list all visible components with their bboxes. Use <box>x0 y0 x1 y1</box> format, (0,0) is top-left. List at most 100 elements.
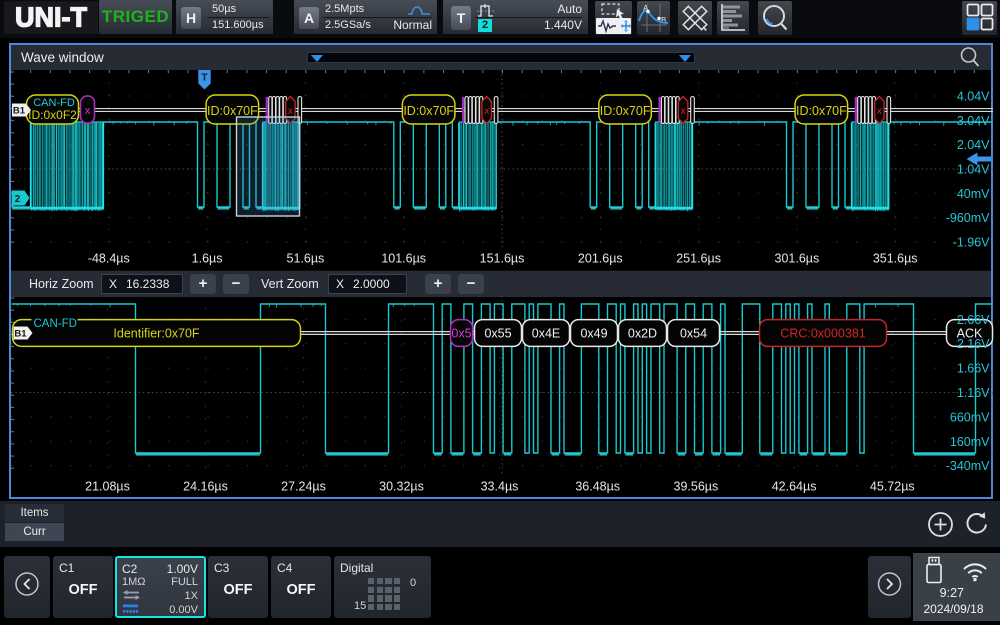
horiz-zoom-label: Horiz Zoom <box>29 271 94 297</box>
channel-bar: C1 OFF C2 1.00V 1MΩ FULL 1X <box>0 553 1000 621</box>
channel-state: OFF <box>53 582 113 598</box>
plot-text: 201.6µs <box>577 252 622 266</box>
plot-text: ID:0x70F <box>796 104 847 118</box>
channel-bar-scroll-left-button[interactable] <box>4 556 50 618</box>
plot-text: x <box>484 106 489 117</box>
digital-channel-dot <box>368 578 374 584</box>
cursor-tool-button[interactable]: A B <box>637 1 670 35</box>
plot-text: 51.6µs <box>286 252 324 266</box>
digital-channel-dot <box>377 604 383 610</box>
plot-text: 1.16V <box>956 386 989 400</box>
trigger-source-badge: 2 <box>478 19 492 32</box>
digital-channel-dot <box>368 595 374 601</box>
plot-text: 30.32µs <box>379 480 424 494</box>
plot-text: 3.04V <box>956 114 989 128</box>
plot-text: 160mV <box>949 435 989 449</box>
plot-text: 2.04V <box>956 138 989 152</box>
horiz-zoom-value: 16.2338 <box>126 275 169 293</box>
plot-text: -960mV <box>945 211 989 225</box>
channel-c4-tile[interactable]: C4 OFF <box>271 556 331 618</box>
plot-text: x <box>287 106 292 117</box>
plot-text: x <box>680 106 685 117</box>
digital-channel-dot <box>385 604 391 610</box>
decode-row-zoom: Identifier:0x70FCAN-FD0x50x550x4E0x490x2… <box>12 318 993 347</box>
horizontal-settings-tile[interactable]: H 50µs 151.600µs <box>176 0 273 34</box>
plot-text: 0x54 <box>679 327 706 341</box>
plot-text: 2.16V <box>956 337 989 351</box>
pulse-width-trigger-icon <box>477 3 495 18</box>
cursor-ab-icon: A B <box>637 1 670 35</box>
acquire-mode-value: Normal <box>393 19 432 32</box>
plot-text: 2 <box>14 194 20 205</box>
horizontal-position-scrollbar[interactable] <box>307 52 695 63</box>
bandwidth-limit-icon <box>123 604 141 614</box>
wave-move-button[interactable] <box>596 18 631 34</box>
plot-text: 0x49 <box>580 327 607 341</box>
decode-items-row: Items Curr <box>0 501 1000 547</box>
trigger-status-text: TRIGED <box>102 7 169 26</box>
trigger-position-flag[interactable]: T <box>198 70 210 90</box>
digital-channels-tile[interactable]: Digital 0 15 <box>334 556 431 618</box>
plot-text: 251.6µs <box>676 252 721 266</box>
plot-text: ID:0x70F <box>403 104 454 118</box>
plot-text: 301.6µs <box>774 252 819 266</box>
add-button[interactable] <box>927 511 954 538</box>
coupling-icon <box>123 589 140 601</box>
channel-name: C4 <box>277 561 292 575</box>
measure-tools-icon <box>678 1 712 35</box>
curr-button[interactable]: Curr <box>5 523 64 541</box>
plot-text: x <box>84 105 90 117</box>
oscilloscope-screen: UNI-T TRIGED H 50µs 151.600µs A 2.5Mpts … <box>0 0 1000 625</box>
magnifier-icon[interactable] <box>959 46 981 69</box>
search-tool-button[interactable] <box>758 1 792 35</box>
channel-c3-tile[interactable]: C3 OFF <box>208 556 268 618</box>
channel-c2-tile[interactable]: C2 1.00V 1MΩ FULL 1X 0.00V <box>115 556 206 618</box>
plot-text: x <box>876 106 881 117</box>
plot-text: ID:0x70F <box>207 104 258 118</box>
refresh-button[interactable] <box>963 511 990 538</box>
horiz-zoom-increase-button[interactable]: + <box>190 274 216 294</box>
zoom-toolbar: Horiz Zoom X 16.2338 + − Vert Zoom X 2.0… <box>11 270 991 297</box>
plot-text: 0x55 <box>484 327 511 341</box>
window-layout-button[interactable] <box>962 1 997 35</box>
system-status-panel[interactable]: 9:27 2024/09/18 <box>913 553 1000 621</box>
zoom-wave-plot[interactable]: Identifier:0x70FCAN-FD0x50x550x4E0x490x2… <box>11 296 994 498</box>
vert-zoom-increase-button[interactable]: + <box>425 274 451 294</box>
horiz-zoom-decrease-button[interactable]: − <box>223 274 249 294</box>
channel-c1-tile[interactable]: C1 OFF <box>53 556 113 618</box>
zone-select-button[interactable] <box>595 1 632 18</box>
digital-last-channel: 15 <box>354 600 366 612</box>
digital-channel-dot <box>377 578 383 584</box>
trigger-settings-tile[interactable]: T Auto 2 1.440V <box>443 0 588 34</box>
digital-channel-dot <box>385 587 391 593</box>
channel-bar-scroll-right-button[interactable] <box>868 556 911 618</box>
vert-zoom-value: 2.0000 <box>353 275 390 293</box>
horiz-zoom-input[interactable]: X 16.2338 <box>101 274 183 294</box>
channel-name: C2 <box>122 562 137 576</box>
scrollbar-left-handle-icon[interactable] <box>311 55 323 62</box>
digital-channel-dot <box>377 595 383 601</box>
main-wave-plot[interactable]: CAN-FDID:0x0F2xID:0x70FxID:0x70FxID:0x70… <box>11 70 994 270</box>
brand-logo: UNI-T <box>4 1 98 33</box>
timebase-value: 50µs <box>212 3 236 16</box>
items-button[interactable]: Items <box>5 504 64 522</box>
plot-text: 27.24µs <box>281 480 326 494</box>
sample-rate-value: 2.5GSa/s <box>325 19 371 32</box>
channel-name: C1 <box>59 561 74 575</box>
vert-zoom-input[interactable]: X 2.0000 <box>328 274 407 294</box>
measure-tool-button[interactable] <box>678 1 712 35</box>
zoom-selection-rect[interactable] <box>236 117 299 216</box>
plot-text: 42.64µs <box>771 480 816 494</box>
acquire-settings-tile[interactable]: A 2.5Mpts 2.5GSa/s Normal <box>294 0 437 34</box>
digital-channel-dot <box>377 587 383 593</box>
digital-channel-dot <box>394 604 400 610</box>
acquire-letter: A <box>299 7 319 29</box>
vert-zoom-decrease-button[interactable]: − <box>458 274 484 294</box>
digital-channel-dot <box>368 604 374 610</box>
statistics-tool-button[interactable] <box>717 1 749 35</box>
scrollbar-right-handle-icon[interactable] <box>679 55 691 62</box>
memory-depth-value: 2.5Mpts <box>325 3 364 16</box>
plot-text: 1.6µs <box>191 252 222 266</box>
plot-text: -340mV <box>945 459 989 473</box>
channel-offset-value: 0.00V <box>169 604 198 616</box>
